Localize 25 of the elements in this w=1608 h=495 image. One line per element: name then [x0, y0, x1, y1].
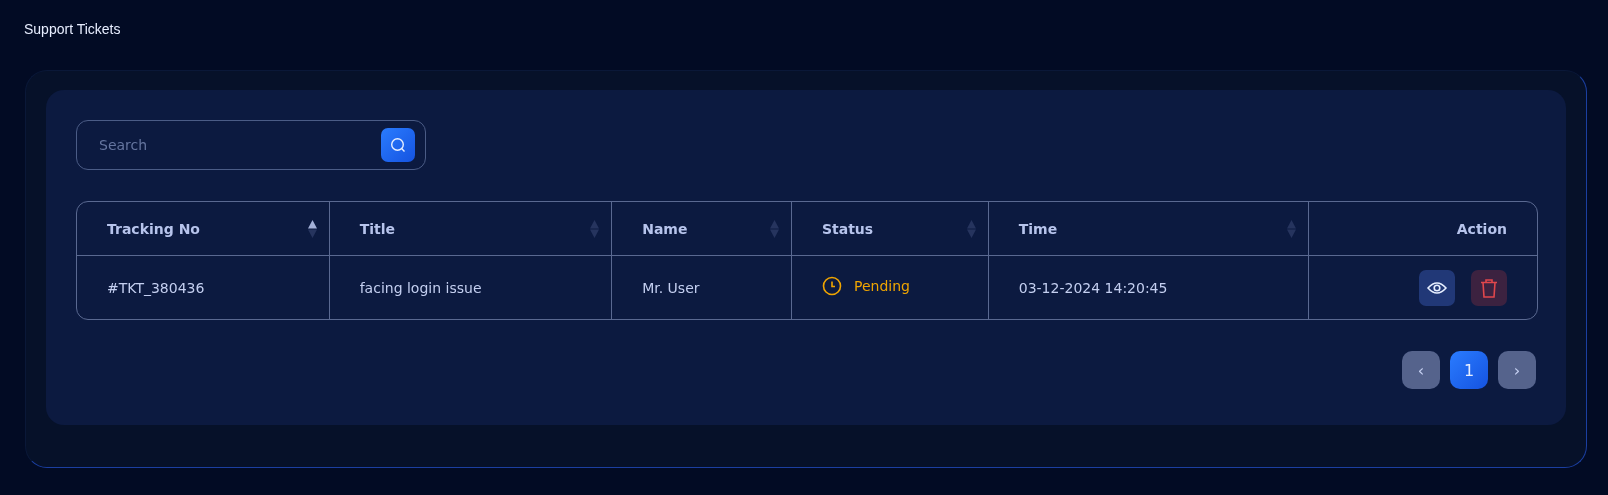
- clock-icon: [821, 276, 842, 296]
- page-button[interactable]: 1: [1450, 351, 1488, 389]
- delete-button[interactable]: [1471, 269, 1507, 306]
- previous-page-button[interactable]: ‹: [1402, 351, 1440, 389]
- trash-icon: [1480, 277, 1498, 298]
- search-button[interactable]: [381, 128, 415, 162]
- status-label: Pending: [853, 278, 910, 294]
- search-field[interactable]: Search: [97, 136, 381, 154]
- column-header[interactable]: Title: [359, 220, 395, 237]
- column-header[interactable]: Tracking No: [107, 220, 200, 237]
- search-box[interactable]: Search: [76, 120, 426, 170]
- table-cell: 03-12-2024 14:20:45: [1018, 279, 1168, 296]
- table-cell: facing login issue: [359, 279, 482, 296]
- sort-icon[interactable]: [307, 219, 317, 238]
- table-cell: #TKT_380436: [107, 279, 205, 296]
- column-header[interactable]: Action: [1456, 220, 1507, 237]
- column-header[interactable]: Time: [1018, 220, 1058, 237]
- eye-icon: [1427, 280, 1447, 295]
- column-header[interactable]: Status: [821, 220, 874, 237]
- search-icon: [390, 137, 406, 153]
- column-header[interactable]: Name: [642, 220, 688, 237]
- table-cell: Mr. User: [642, 279, 700, 296]
- view-button[interactable]: [1419, 269, 1455, 306]
- next-page-button[interactable]: ›: [1498, 351, 1536, 389]
- page-title: Support Tickets: [24, 21, 121, 37]
